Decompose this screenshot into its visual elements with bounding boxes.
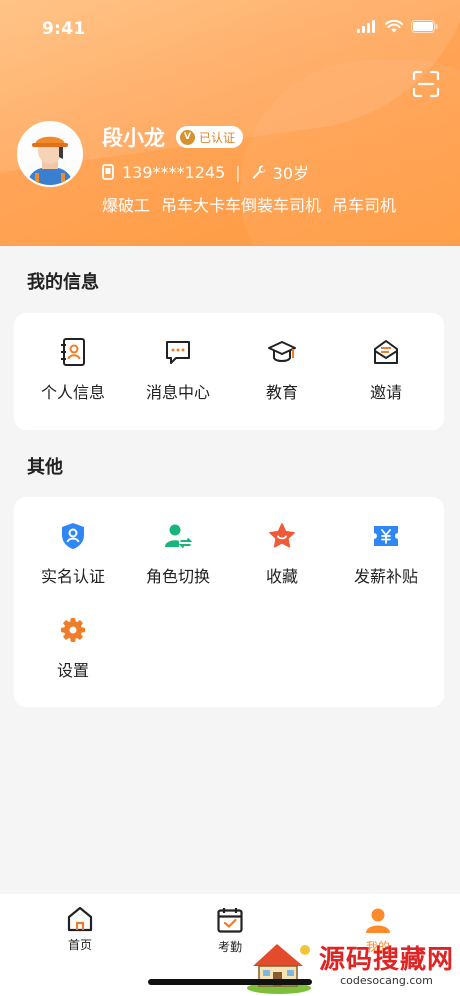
graduation-cap-icon	[268, 341, 296, 362]
wifi-icon	[385, 20, 403, 33]
home-indicator	[148, 979, 312, 985]
message-bubble-icon	[166, 341, 190, 364]
user-switch-icon	[165, 524, 192, 549]
tab-label: 首页	[67, 938, 92, 952]
signal-icon	[357, 20, 375, 33]
grid-item-real-name-auth[interactable]: 实名认证	[19, 521, 127, 587]
wrench-icon	[252, 165, 266, 179]
grid-item-label: 邀请	[369, 383, 402, 402]
job-tag: 吊车大卡车倒装车司机	[161, 196, 322, 215]
shield-user-icon	[62, 523, 84, 549]
grid-item-settings[interactable]: 设置	[19, 615, 127, 681]
watermark-title: 源码搜藏网	[318, 944, 454, 975]
user-meta: 139****1245 | 30岁	[102, 160, 309, 184]
star-icon	[269, 523, 295, 548]
job-tag: 吊车司机	[332, 196, 397, 215]
envelope-icon	[374, 340, 398, 364]
grid-item-label: 发薪补贴	[353, 567, 418, 586]
section-title-other: 其他	[27, 457, 63, 478]
grid-item-personal-info[interactable]: 个人信息	[19, 337, 127, 403]
status-time: 9:41	[42, 19, 86, 39]
user-phone: 139****1245	[122, 162, 226, 182]
verified-label: 已认证	[199, 130, 236, 145]
grid-item-label: 收藏	[265, 567, 298, 586]
job-tags: 爆破工 吊车大卡车倒装车司机 吊车司机	[102, 192, 396, 216]
calendar-check-icon	[217, 908, 243, 933]
watermark-url: codesocang.com	[340, 973, 433, 987]
home-icon	[67, 906, 93, 932]
grid-item-label: 个人信息	[40, 383, 105, 402]
verified-icon: V	[180, 129, 195, 145]
gear-icon	[61, 618, 85, 642]
other-card: 实名认证 角色切换 收藏 发薪补贴 设置	[14, 497, 444, 707]
status-icons	[357, 20, 438, 33]
grid-item-label: 教育	[265, 383, 298, 402]
user-age: 30岁	[272, 164, 310, 183]
user-icon	[366, 908, 390, 933]
tab-label: 考勤	[217, 940, 242, 954]
grid-item-education[interactable]: 教育	[228, 337, 336, 403]
user-name: 段小龙	[102, 126, 165, 150]
grid-item-favorites[interactable]: 收藏	[228, 521, 336, 587]
watermark: 源码搜藏网 codesocang.com	[245, 938, 454, 994]
grid-item-role-switch[interactable]: 角色切换	[124, 521, 232, 587]
worker-avatar-icon	[19, 123, 81, 185]
grid-item-label: 消息中心	[145, 383, 210, 402]
contact-book-icon	[61, 338, 85, 366]
grid-item-label: 实名认证	[40, 567, 105, 586]
battery-icon	[411, 20, 438, 33]
grid-item-message-center[interactable]: 消息中心	[124, 337, 232, 403]
grid-item-invite[interactable]: 邀请	[332, 337, 440, 403]
scan-icon[interactable]	[412, 70, 440, 98]
my-info-card: 个人信息 消息中心 教育 邀请	[14, 313, 444, 430]
avatar[interactable]	[17, 121, 83, 187]
job-tag: 爆破工	[102, 196, 151, 215]
grid-item-label: 设置	[56, 661, 89, 680]
section-title-my-info: 我的信息	[27, 272, 99, 293]
grid-item-salary-subsidy[interactable]: 发薪补贴	[332, 521, 440, 587]
verified-badge: V 已认证	[176, 126, 244, 148]
house-logo-icon	[246, 944, 311, 994]
yuan-ticket-icon	[374, 526, 398, 546]
tab-home[interactable]: 首页	[40, 906, 120, 953]
profile-header: 9:41 段小龙 V 已认证 139****1245 | 30岁 爆破工 吊车大…	[0, 0, 460, 246]
grid-item-label: 角色切换	[145, 567, 210, 586]
status-bar: 9:41	[0, 0, 460, 56]
phone-icon	[102, 164, 114, 180]
